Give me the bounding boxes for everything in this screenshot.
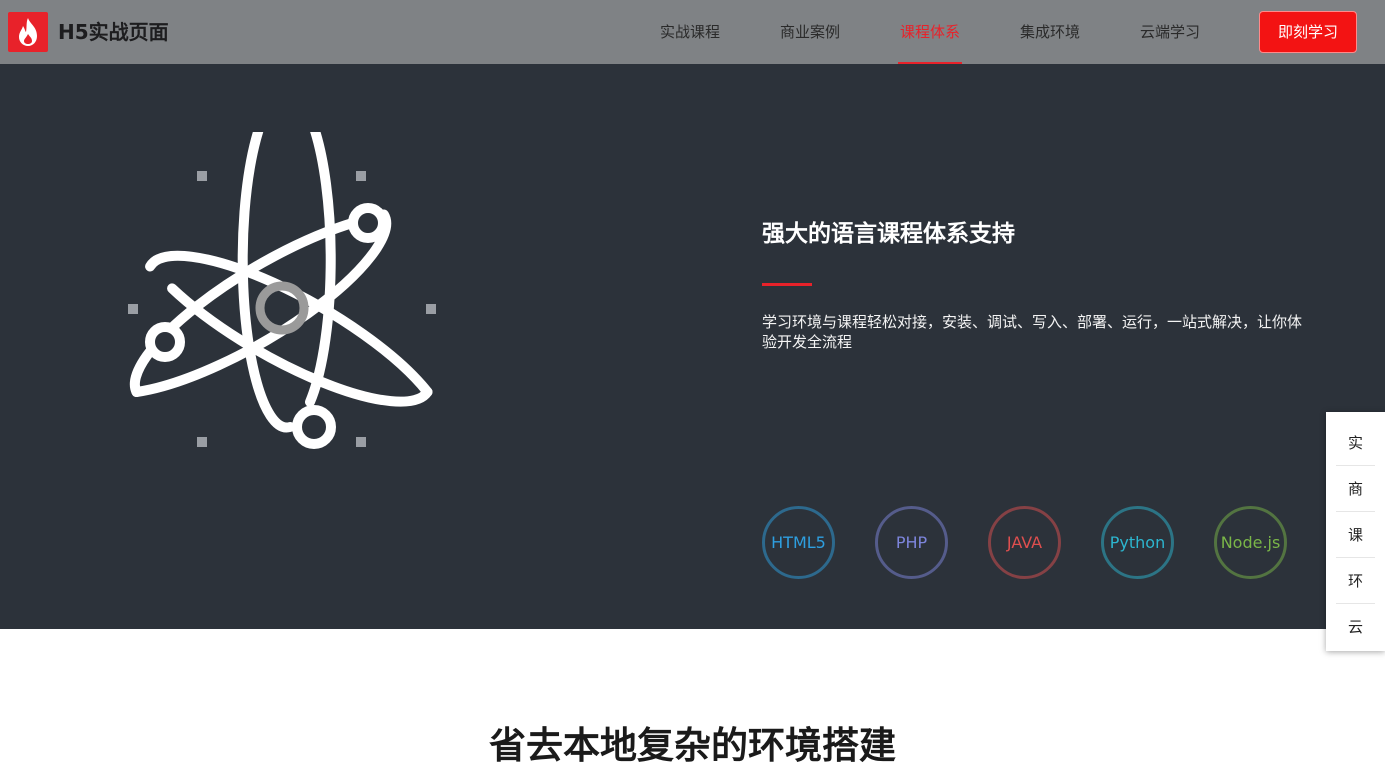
language-badge-nodejs[interactable]: Node.js (1214, 506, 1287, 579)
title-divider (762, 283, 812, 286)
top-nav-bar: H5实战页面 实战课程 商业案例 课程体系 集成环境 云端学习 即刻学习 (0, 0, 1385, 64)
page: H5实战页面 实战课程 商业案例 课程体系 集成环境 云端学习 即刻学习 强大的… (0, 0, 1385, 767)
side-nav-item-practical[interactable]: 实 (1336, 420, 1375, 466)
language-badge-html5[interactable]: HTML5 (762, 506, 835, 579)
side-quick-nav: 实 商 课 环 云 (1326, 412, 1385, 651)
language-badge-python[interactable]: Python (1101, 506, 1174, 579)
start-learning-button[interactable]: 即刻学习 (1259, 11, 1357, 53)
language-badge-java[interactable]: JAVA (988, 506, 1061, 579)
section-title: 省去本地复杂的环境搭建 (489, 724, 896, 767)
hero-description: 学习环境与课程轻松对接，安装、调试、写入、部署、运行，一站式解决，让你体验开发全… (762, 313, 1303, 351)
logo[interactable] (8, 12, 48, 52)
language-badge-php[interactable]: PHP (875, 506, 948, 579)
side-nav-item-cloud[interactable]: 云 (1336, 604, 1375, 650)
nav-item-course-system[interactable]: 课程体系 (898, 0, 962, 64)
side-nav-item-environment[interactable]: 环 (1336, 558, 1375, 604)
nav-item-integrated-env[interactable]: 集成环境 (1018, 0, 1082, 64)
hero-section: 强大的语言课程体系支持 学习环境与课程轻松对接，安装、调试、写入、部署、运行，一… (0, 64, 1385, 629)
hero-title: 强大的语言课程体系支持 (762, 221, 1015, 247)
nav-item-cloud-learning[interactable]: 云端学习 (1138, 0, 1202, 64)
nav-item-business-cases[interactable]: 商业案例 (778, 0, 842, 64)
brand-name[interactable]: H5实战页面 (58, 18, 169, 46)
nav-item-practical-courses[interactable]: 实战课程 (658, 0, 722, 64)
side-nav-item-business[interactable]: 商 (1336, 466, 1375, 512)
side-nav-item-course[interactable]: 课 (1336, 512, 1375, 558)
atom-icon (128, 132, 436, 449)
flame-icon (19, 18, 37, 46)
